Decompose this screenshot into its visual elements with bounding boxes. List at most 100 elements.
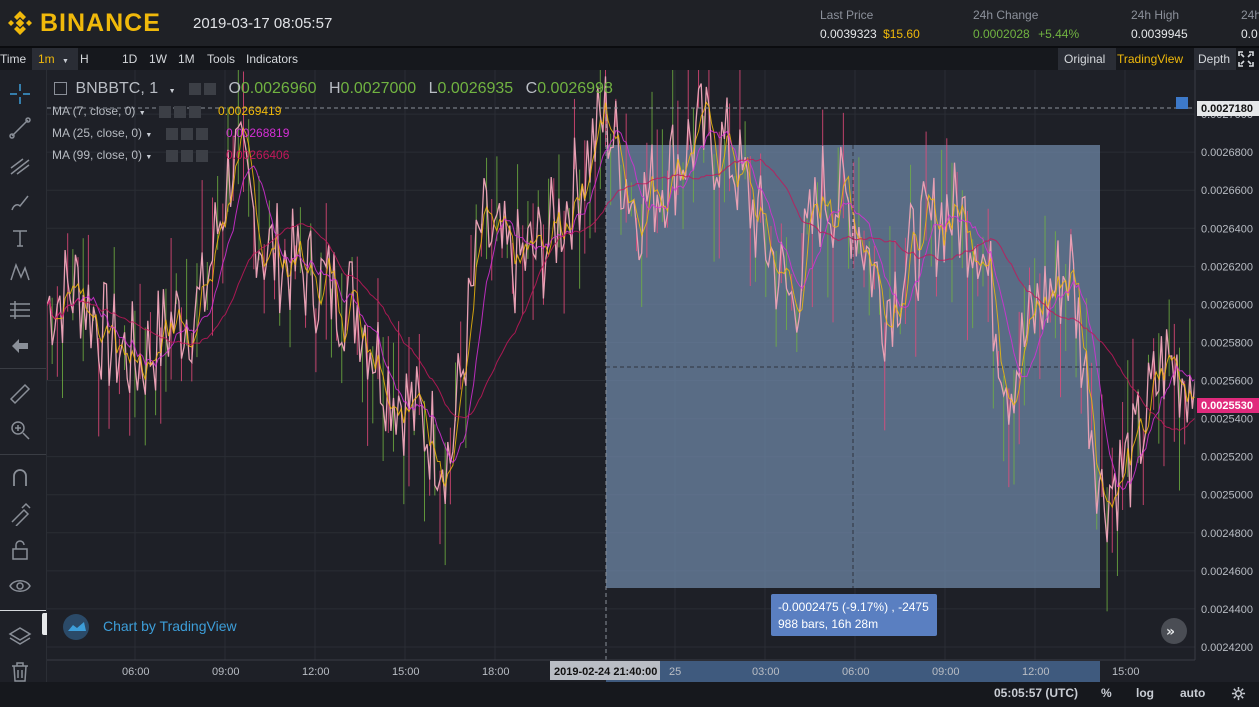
pattern-icon[interactable] <box>8 260 32 284</box>
ruler-icon[interactable] <box>8 382 32 406</box>
tradingview-button[interactable]: TradingView <box>1117 48 1183 70</box>
price-tick-label: 0.0026800 <box>1201 147 1253 159</box>
interval-h-dropdown[interactable]: H ▼ <box>80 48 114 87</box>
eye-icon[interactable] <box>165 149 178 162</box>
ma99-legend: MA (99, close, 0) ▼ 0.00266406 <box>52 148 289 162</box>
top-bar: BINANCE 2019-03-17 08:05:57 Last Price 0… <box>0 0 1259 48</box>
last-price-value: 0.0039323 $15.60 <box>820 27 920 41</box>
settings-icon[interactable] <box>188 82 201 95</box>
settings-icon[interactable] <box>180 149 193 162</box>
current-price-marker-label: 0.0025530 <box>1201 400 1253 412</box>
original-view-button[interactable]: Original <box>1058 48 1116 70</box>
time-tick-label: 09:00 <box>932 666 960 678</box>
gear-icon[interactable] <box>1231 686 1246 701</box>
eye-icon[interactable] <box>165 127 178 140</box>
auto-scale-toggle[interactable]: auto <box>1180 686 1205 700</box>
zoom-in-icon[interactable] <box>8 418 32 442</box>
ma99-label[interactable]: MA (99, close, 0) <box>52 148 142 162</box>
chevron-down-icon[interactable]: ▼ <box>145 154 152 161</box>
trendline-icon[interactable] <box>8 116 32 140</box>
scale-toggle-icon[interactable] <box>1176 97 1188 109</box>
chevron-down-icon[interactable]: ▼ <box>169 88 176 95</box>
high-ohlc-label: H <box>328 80 341 97</box>
log-scale-toggle[interactable]: log <box>1136 686 1154 700</box>
last-price-usd: $15.60 <box>883 27 920 41</box>
close-icon[interactable] <box>189 105 201 118</box>
tradingview-logo-icon[interactable] <box>62 614 94 640</box>
ma25-label[interactable]: MA (25, close, 0) <box>52 126 142 140</box>
brand-name[interactable]: BINANCE <box>40 9 161 38</box>
ma25-legend: MA (25, close, 0) ▼ 0.00268819 <box>52 126 289 140</box>
chevron-down-icon[interactable]: ▼ <box>145 132 152 139</box>
fullscreen-icon[interactable] <box>1238 51 1254 67</box>
format-icon[interactable] <box>203 82 216 95</box>
utc-clock[interactable]: 05:05:57 (UTC) <box>994 686 1078 700</box>
time-tick-label: 15:00 <box>392 666 420 678</box>
change-pct: +5.44% <box>1038 27 1080 41</box>
price-tick-label: 0.0024400 <box>1201 604 1253 616</box>
layers-icon[interactable] <box>8 624 32 648</box>
depth-button[interactable]: Depth <box>1194 48 1236 70</box>
interval-1m-dropdown[interactable]: 1m ▼ <box>32 48 78 70</box>
measure-bars: 988 bars, 16h 28m <box>778 617 879 631</box>
lock-drawing-icon[interactable] <box>8 502 32 526</box>
time-tick-label: 06:00 <box>122 666 150 678</box>
price-tick-label: 0.0024200 <box>1201 642 1253 654</box>
fib-retracement-icon[interactable] <box>8 154 32 178</box>
trash-icon[interactable] <box>8 660 32 684</box>
time-tick-label: 09:00 <box>212 666 240 678</box>
prediction-icon[interactable] <box>8 298 32 322</box>
last-price-label: Last Price <box>820 8 874 22</box>
arrow-left-icon[interactable] <box>8 334 32 358</box>
text-tool-icon[interactable] <box>8 226 32 250</box>
interval-1mo-button[interactable]: 1M <box>178 48 195 70</box>
time-tick-label: 18:00 <box>482 666 510 678</box>
lock-icon[interactable] <box>8 538 32 562</box>
eye-icon[interactable] <box>159 105 171 118</box>
close-label: C <box>525 80 538 97</box>
crosshair-icon[interactable] <box>8 82 32 106</box>
last-price-btc: 0.0039323 <box>820 27 877 41</box>
eye-icon[interactable] <box>8 574 32 598</box>
interval-1w-button[interactable]: 1W <box>149 48 167 70</box>
crosshair-time-label: 2019-02-24 21:40:00 <box>554 666 657 678</box>
ma7-value: 0.00269419 <box>218 104 282 118</box>
ma25-value: 0.00268819 <box>226 126 290 140</box>
measure-change: -0.0002475 (-9.17%) , -2475 <box>778 600 929 614</box>
tool-divider <box>0 610 46 611</box>
symbol-label[interactable]: BNBBTC, 1 <box>75 80 158 97</box>
price-tick-label: 0.0025000 <box>1201 490 1253 502</box>
double-chevron-right-icon: » <box>1166 624 1175 640</box>
collapse-legend-icon[interactable] <box>54 82 67 96</box>
price-tick-label: 0.0026000 <box>1201 299 1253 311</box>
time-tick-label: 25 <box>669 666 681 678</box>
percent-scale-toggle[interactable]: % <box>1101 686 1112 700</box>
top-price-marker-label: 0.0027180 <box>1201 103 1253 115</box>
price-axis[interactable]: 0.00270000.00268000.00266000.00264000.00… <box>1201 109 1253 654</box>
tools-button[interactable]: Tools <box>207 48 235 70</box>
interval-h-label: H <box>80 52 89 66</box>
change-abs: 0.0002028 <box>973 27 1030 41</box>
time-button[interactable]: Time <box>0 48 26 70</box>
close-icon[interactable] <box>195 149 208 162</box>
price-tick-label: 0.0025400 <box>1201 414 1253 426</box>
interval-1d-button[interactable]: 1D <box>122 48 137 70</box>
tradingview-credit-link[interactable]: Chart by TradingView <box>103 618 237 634</box>
price-tick-label: 0.0024800 <box>1201 528 1253 540</box>
time-tick-label: 06:00 <box>842 666 870 678</box>
binance-logo-icon[interactable] <box>6 9 34 37</box>
ma7-label[interactable]: MA (7, close, 0) <box>52 104 135 118</box>
open-value: 0.0026960 <box>240 80 317 97</box>
close-icon[interactable] <box>195 127 208 140</box>
ma99-value: 0.00266406 <box>226 148 290 162</box>
settings-icon[interactable] <box>174 105 186 118</box>
chevron-down-icon[interactable]: ▼ <box>139 110 146 117</box>
indicators-button[interactable]: Indicators <box>246 48 298 70</box>
high-value: 0.0039945 <box>1131 27 1188 41</box>
brush-icon[interactable] <box>8 190 32 214</box>
time-tick-label: 12:00 <box>1022 666 1050 678</box>
magnet-icon[interactable] <box>8 466 32 490</box>
low-ohlc-value: 0.0026935 <box>437 80 514 97</box>
settings-icon[interactable] <box>180 127 193 140</box>
tool-divider <box>0 454 46 455</box>
